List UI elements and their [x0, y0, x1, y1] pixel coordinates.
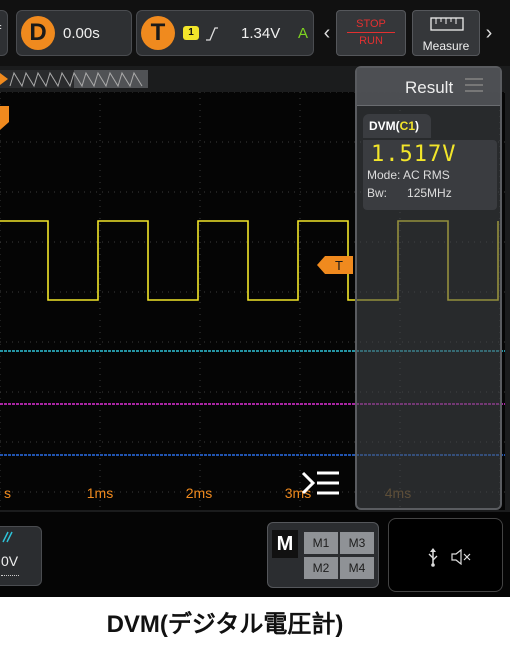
status-icons-box — [388, 518, 503, 592]
time-axis-labels: s1ms2ms3ms4ms — [4, 485, 411, 501]
channel-scale-box[interactable]: 0V — [0, 526, 42, 586]
dvm-value: 1.517V — [371, 142, 457, 167]
dvm-tab[interactable]: DVM(C1) — [363, 114, 431, 138]
measure-button[interactable]: Measure — [412, 10, 480, 56]
result-panel: Result DVM(C1) 1.517V Mode: AC RMS Bw: 12… — [355, 66, 502, 510]
time-label: 1ms — [87, 485, 113, 501]
memory-m2[interactable]: M2 — [304, 557, 338, 579]
memory-m3[interactable]: M3 — [340, 532, 374, 554]
trigger-source-badge: 1 — [183, 26, 199, 40]
time-label: 2ms — [186, 485, 212, 501]
speaker-muted-icon[interactable] — [451, 549, 473, 565]
trigger-level-marker[interactable]: T — [317, 256, 353, 274]
memory-panel[interactable]: M M1 M3 M2 M4 — [267, 522, 379, 588]
nav-right-arrow-icon[interactable]: › — [482, 10, 496, 56]
trigger-mode: A — [298, 25, 309, 42]
coupling-icon — [2, 531, 13, 543]
ruler-icon — [430, 17, 464, 31]
rising-edge-icon — [206, 27, 218, 41]
channel-scale-value: 0V — [1, 553, 19, 569]
trigger-position-marker[interactable] — [0, 106, 9, 130]
channel-ground-indicator — [1, 575, 19, 576]
usb-icon[interactable] — [427, 547, 439, 567]
memory-button[interactable]: M — [272, 530, 298, 558]
left-partial-text: f — [0, 23, 1, 40]
memory-m4[interactable]: M4 — [340, 557, 374, 579]
dvm-bandwidth: Bw: 125MHz — [367, 186, 452, 200]
menu-icon[interactable] — [301, 469, 341, 497]
dvm-mode: Mode: AC RMS — [367, 168, 450, 182]
time-label: s — [4, 485, 11, 501]
delay-button[interactable]: D — [21, 16, 55, 50]
left-partial-box[interactable]: f — [0, 10, 8, 56]
dvm-label: DVM(C1) — [369, 119, 420, 133]
dvm-card: 1.517V Mode: AC RMS Bw: 125MHz — [363, 140, 497, 210]
dvm-channel: C1 — [399, 119, 416, 133]
stop-run-button[interactable]: STOP RUN — [336, 10, 406, 56]
trigger-level: 1.34V — [241, 25, 281, 42]
stop-label: STOP — [356, 18, 386, 30]
trigger-marker-text: T — [335, 258, 343, 273]
memory-m1[interactable]: M1 — [304, 532, 338, 554]
measure-label: Measure — [422, 39, 470, 53]
run-label: RUN — [359, 35, 383, 47]
trigger-control[interactable]: T 1 1.34V A — [136, 10, 314, 56]
waveform-overview-strip[interactable] — [0, 70, 148, 88]
trigger-button[interactable]: T — [141, 16, 175, 50]
oscilloscope-screen: f D 0.00s T 1 1.34V A ‹ STOP RUN — [0, 0, 510, 597]
delay-value: 0.00s — [63, 25, 100, 42]
stop-run-divider — [347, 32, 395, 33]
result-title: Result — [405, 78, 454, 97]
delay-control[interactable]: D 0.00s — [16, 10, 132, 56]
nav-left-arrow-icon[interactable]: ‹ — [320, 10, 334, 56]
top-toolbar: f D 0.00s T 1 1.34V A ‹ STOP RUN — [0, 0, 510, 66]
bottom-bar: 0V M M1 M3 M2 M4 — [0, 512, 510, 597]
result-menu-icon[interactable] — [465, 78, 483, 92]
page-caption: DVM(デジタル電圧計) — [106, 611, 344, 638]
